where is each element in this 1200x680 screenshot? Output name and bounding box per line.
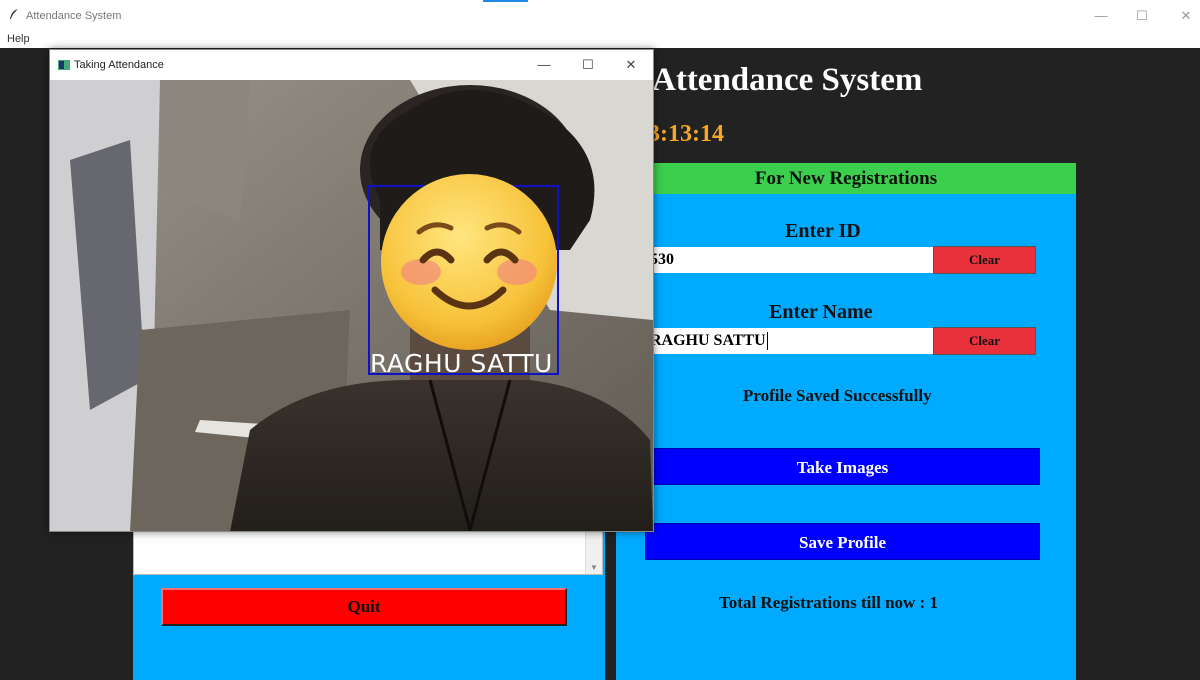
status-message: Profile Saved Successfully [743, 386, 932, 405]
recognized-name-label: RAGHU SATTU [370, 349, 553, 378]
taking-attendance-window[interactable]: Taking Attendance — ☐ ✕ RAGHU SATTU [49, 49, 654, 532]
name-label: Enter Name [769, 301, 873, 323]
camera-feed: RAGHU SATTU [50, 80, 653, 531]
maximize-button[interactable]: ☐ [1128, 6, 1156, 26]
popup-close-button[interactable]: ✕ [617, 55, 645, 75]
chevron-down-icon[interactable]: ▼ [590, 563, 598, 572]
name-input-value: RAGHU SATTU [650, 332, 766, 349]
camera-frame [50, 80, 653, 531]
app-title: Attendance System [652, 62, 923, 98]
popup-minimize-button[interactable]: — [530, 55, 558, 75]
popup-titlebar[interactable]: Taking Attendance — ☐ ✕ [50, 50, 653, 80]
text-cursor [766, 332, 768, 351]
clear-id-button[interactable]: Clear [933, 246, 1036, 274]
taskbar-accent-line [483, 0, 528, 2]
popup-maximize-button[interactable]: ☐ [574, 55, 602, 75]
menubar: Help [0, 30, 1200, 48]
take-images-button[interactable]: Take Images [645, 448, 1040, 485]
attendance-list[interactable] [133, 528, 603, 575]
attendance-list-scrollbar[interactable]: ▼ [585, 530, 602, 574]
clock: 3:13:14 [648, 121, 724, 147]
clear-name-button[interactable]: Clear [933, 327, 1036, 355]
window-titlebar: Attendance System — ☐ ✕ [0, 0, 1200, 30]
quit-button[interactable]: Quit [161, 588, 567, 626]
total-registrations: Total Registrations till now : 1 [719, 593, 938, 612]
registration-header: For New Registrations [616, 163, 1076, 194]
id-input[interactable]: 530 [644, 247, 934, 273]
window-title: Attendance System [26, 10, 122, 22]
id-label: Enter ID [785, 220, 861, 242]
minimize-button[interactable]: — [1087, 6, 1115, 26]
name-input[interactable]: RAGHU SATTU [644, 328, 934, 354]
smiling-face-emoji-icon [381, 174, 557, 350]
feather-icon [10, 9, 18, 19]
save-profile-button[interactable]: Save Profile [645, 523, 1040, 560]
camera-window-icon [58, 60, 70, 70]
popup-title: Taking Attendance [74, 59, 164, 71]
menu-help[interactable]: Help [7, 33, 30, 45]
close-button[interactable]: ✕ [1172, 6, 1200, 26]
